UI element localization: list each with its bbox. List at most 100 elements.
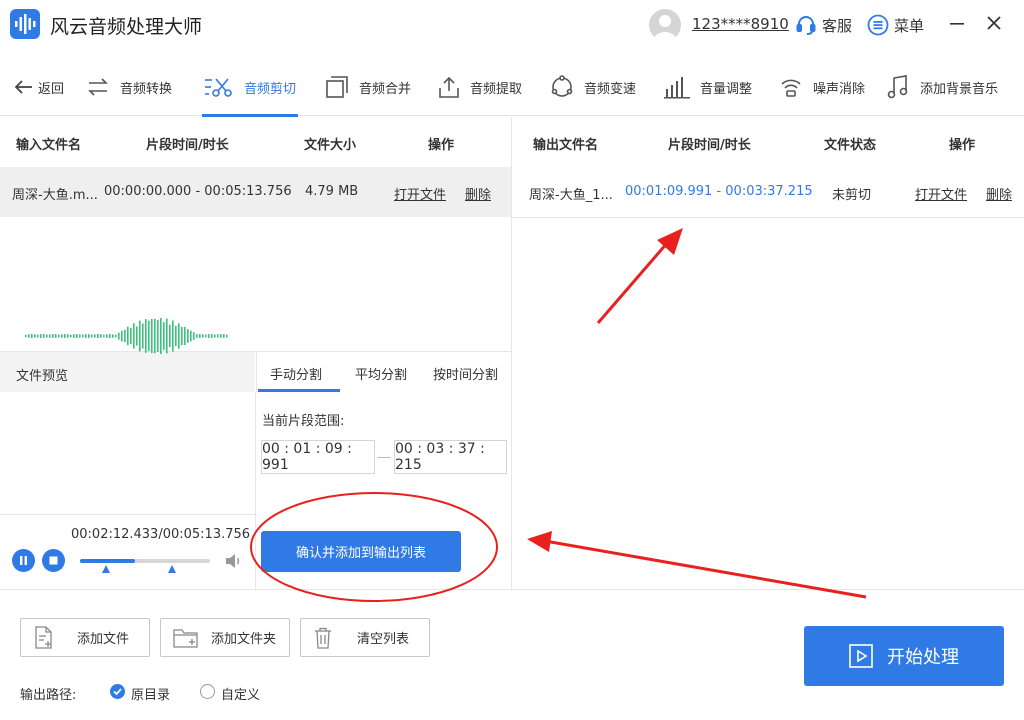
music-note-icon <box>886 74 910 100</box>
speaker-icon[interactable] <box>224 552 244 570</box>
menu-icon[interactable] <box>867 14 889 36</box>
divider <box>0 514 255 515</box>
waveform-bar <box>58 334 60 338</box>
user-account-link[interactable]: 123****8910 <box>692 15 789 33</box>
waveform-bar <box>172 320 174 352</box>
speed-cycle-icon <box>550 75 574 99</box>
waveform-bar <box>70 334 72 338</box>
col-header-file-status: 文件状态 <box>824 138 877 153</box>
waveform-bar <box>160 318 162 354</box>
waveform-bar <box>25 334 27 338</box>
waveform-bar <box>181 326 183 346</box>
col-header-output-name: 输出文件名 <box>533 138 599 153</box>
waveform-bar <box>166 318 168 354</box>
waveform-bar <box>154 318 156 354</box>
tab-label: 噪声消除 <box>813 81 866 97</box>
tab-label: 音频剪切 <box>244 81 297 97</box>
waveform-bar <box>85 334 87 338</box>
trash-icon <box>313 627 333 649</box>
tab-audio-merge[interactable]: 音频合并 <box>325 58 411 116</box>
add-folder-button[interactable]: 添加文件夹 <box>160 618 290 657</box>
divider <box>255 392 256 589</box>
arrow-left-icon <box>14 79 34 95</box>
waveform-bar <box>46 334 48 338</box>
close-icon[interactable] <box>985 14 1003 32</box>
tab-audio-extract[interactable]: 音频提取 <box>438 58 522 116</box>
waveform-bar <box>40 334 42 338</box>
check-icon <box>113 688 122 696</box>
start-time-field[interactable]: 00 : 01 : 09 : 991 <box>261 440 375 474</box>
radio-label[interactable]: 原目录 <box>131 684 170 703</box>
waveform-bar <box>121 330 123 342</box>
stop-button[interactable] <box>42 549 65 572</box>
tab-audio-speed[interactable]: 音频变速 <box>550 58 636 116</box>
clear-list-button[interactable]: 清空列表 <box>300 618 430 657</box>
headset-icon[interactable] <box>795 14 817 36</box>
col-header-actions: 操作 <box>949 138 976 153</box>
table-row[interactable]: 周深-大鱼.m... 00:00:00.000 - 00:05:13.756 4… <box>0 167 511 217</box>
waveform-bar <box>142 323 144 349</box>
add-file-icon <box>33 625 55 650</box>
waveform-bar <box>88 334 90 338</box>
waveform-bar <box>64 334 66 338</box>
table-row[interactable]: 周深-大鱼_1... 00:01:09.991 - 00:03:37.215 未… <box>513 167 1024 218</box>
radio-custom-directory[interactable] <box>200 684 215 699</box>
waveform-bar <box>61 334 63 338</box>
tab-noise-removal[interactable]: 噪声消除 <box>779 58 865 116</box>
avatar[interactable] <box>649 9 681 41</box>
tab-volume-adjust[interactable]: 音量调整 <box>664 58 752 116</box>
col-header-file-size: 文件大小 <box>304 138 357 153</box>
waveform-bar <box>178 323 180 349</box>
waveform-bar <box>145 319 147 353</box>
open-file-link[interactable]: 打开文件 <box>915 184 967 203</box>
tab-audio-convert[interactable]: 音频转换 <box>86 58 172 116</box>
waveform-bar <box>163 322 165 350</box>
minimize-icon[interactable] <box>949 14 965 32</box>
output-path-label: 输出路径: <box>20 688 77 703</box>
waveform-bar <box>76 334 78 338</box>
active-tab-indicator <box>258 389 340 392</box>
range-start-marker[interactable] <box>102 565 110 573</box>
input-file-size: 4.79 MB <box>305 184 359 199</box>
tab-even-split[interactable]: 平均分割 <box>355 364 407 383</box>
button-label: 添加文件夹 <box>211 632 277 647</box>
waveform-bar <box>139 320 141 352</box>
confirm-add-to-output-button[interactable]: 确认并添加到输出列表 <box>261 531 461 572</box>
range-end-marker[interactable] <box>168 565 176 573</box>
waveform-bar <box>196 334 198 338</box>
waveform-bar <box>31 334 33 338</box>
playback-time: 00:02:12.433/00:05:13.756 <box>71 527 251 542</box>
bottom-bar: 添加文件 添加文件夹 清空列表 输出路径: 原目录 自定义 开始处理 <box>0 589 1024 720</box>
tab-time-split[interactable]: 按时间分割 <box>433 364 498 383</box>
open-file-link[interactable]: 打开文件 <box>394 184 446 203</box>
add-file-button[interactable]: 添加文件 <box>20 618 150 657</box>
delete-link[interactable]: 删除 <box>465 184 491 203</box>
waveform-bar <box>73 334 75 338</box>
tab-audio-cut[interactable]: 音频剪切 <box>201 58 299 117</box>
tab-label: 音频合并 <box>359 81 412 97</box>
back-button[interactable]: 返回 <box>14 58 64 116</box>
output-file-status: 未剪切 <box>832 188 872 203</box>
tab-add-background-music[interactable]: 添加背景音乐 <box>886 58 998 116</box>
input-file-duration: 00:00:00.000 - 00:05:13.756 <box>104 184 292 199</box>
waveform-bar <box>34 334 36 338</box>
waveform-bar <box>52 334 54 338</box>
start-processing-button[interactable]: 开始处理 <box>804 626 1004 686</box>
delete-link[interactable]: 删除 <box>986 184 1012 203</box>
customer-service-label[interactable]: 客服 <box>822 15 852 36</box>
end-time-field[interactable]: 00 : 03 : 37 : 215 <box>394 440 507 474</box>
radio-label[interactable]: 自定义 <box>221 684 260 703</box>
tab-label: 音频转换 <box>120 81 173 97</box>
waveform-bar <box>208 334 210 338</box>
waveform-bar <box>37 334 39 338</box>
tab-manual-split[interactable]: 手动分割 <box>270 364 322 383</box>
menu-label[interactable]: 菜单 <box>894 15 924 36</box>
radio-original-directory[interactable] <box>110 684 125 699</box>
col-header-segment-time: 片段时间/时长 <box>146 138 229 153</box>
pause-button[interactable] <box>12 549 35 572</box>
merge-squares-icon <box>325 75 349 99</box>
waveform-bar <box>151 319 153 354</box>
tab-label: 音量调整 <box>700 81 753 97</box>
preview-header: 文件预览 <box>0 352 255 392</box>
app-logo-icon <box>10 9 40 39</box>
